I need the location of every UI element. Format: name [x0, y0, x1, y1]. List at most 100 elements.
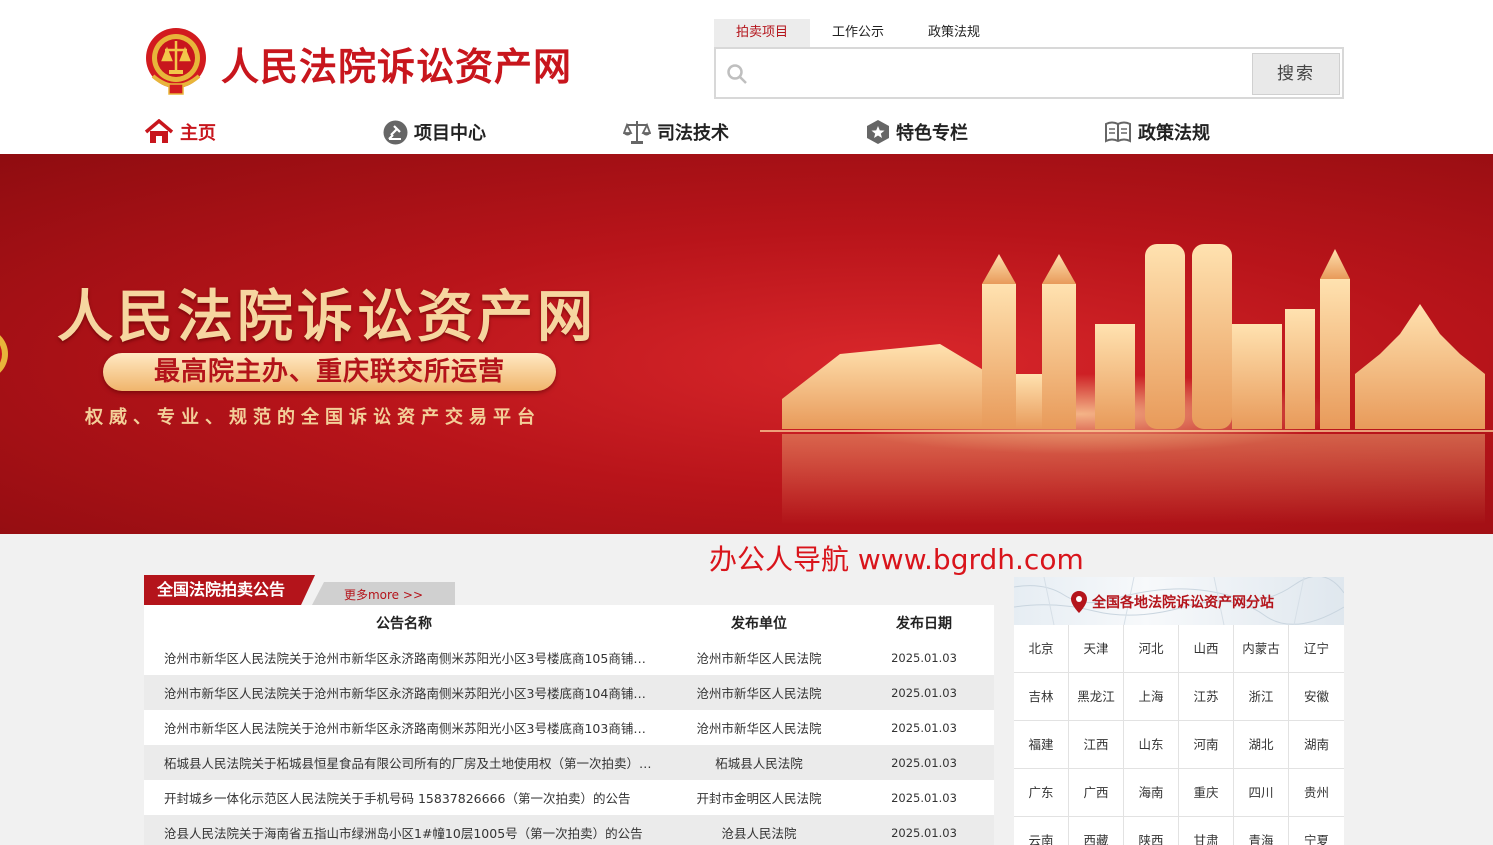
branch-link[interactable]: 广东 — [1014, 769, 1069, 817]
branch-link[interactable]: 河南 — [1179, 721, 1234, 769]
hero-banner[interactable]: 人民法院诉讼资产网 最高院主办、重庆联交所运营 权威、专业、规范的全国诉讼资产交… — [0, 154, 1493, 534]
search-input[interactable] — [756, 55, 1246, 91]
search-tab-policy[interactable]: 政策法规 — [906, 19, 1002, 47]
branch-link[interactable]: 北京 — [1014, 625, 1069, 673]
branch-link[interactable]: 贵州 — [1289, 769, 1344, 817]
table-body: 沧州市新华区人民法院关于沧州市新华区永济路南侧米苏阳光小区3号楼底商105商铺（… — [144, 640, 994, 845]
announcement-unit: 开封市金明区人民法院 — [696, 791, 822, 806]
branch-link[interactable]: 江西 — [1069, 721, 1124, 769]
announcement-title[interactable]: 沧州市新华区人民法院关于沧州市新华区永济路南侧米苏阳光小区3号楼底商103商铺（… — [144, 718, 664, 737]
branch-sites-title: 全国各地法院诉讼资产网分站 — [1092, 595, 1274, 611]
branch-link[interactable]: 湖北 — [1234, 721, 1289, 769]
site-header: 人民法院诉讼资产网 拍卖项目 工作公示 政策法规 搜索 主页 项目中心 司法技术… — [0, 0, 1493, 154]
branch-sites-header: 全国各地法院诉讼资产网分站 — [1014, 577, 1344, 625]
watermark-text: 办公人导航 www.bgrdh.com — [709, 543, 1084, 576]
branch-sites-panel: 全国各地法院诉讼资产网分站 北京 天津 河北 山西 内蒙古 辽宁 吉林 黑龙江 … — [1014, 577, 1344, 845]
branch-link[interactable]: 青海 — [1234, 817, 1289, 845]
announcements-title: 全国法院拍卖公告 — [144, 575, 315, 605]
branch-link[interactable]: 浙江 — [1234, 673, 1289, 721]
page: 人民法院诉讼资产网 拍卖项目 工作公示 政策法规 搜索 主页 项目中心 司法技术… — [0, 0, 1493, 845]
branch-link[interactable]: 陕西 — [1124, 817, 1179, 845]
branch-link[interactable]: 四川 — [1234, 769, 1289, 817]
branch-link[interactable]: 天津 — [1069, 625, 1124, 673]
announcement-unit: 柘城县人民法院 — [715, 756, 803, 771]
nav-item-judicial-tech[interactable]: 司法技术 — [623, 118, 729, 146]
announcements-header: 更多more >> 全国法院拍卖公告 — [144, 575, 994, 605]
announcement-date: 2025.01.03 — [891, 650, 957, 665]
branch-link[interactable]: 河北 — [1124, 625, 1179, 673]
announcement-title[interactable]: 柘城县人民法院关于柘城县恒星食品有限公司所有的厂房及土地使用权（第一次拍卖）的公… — [144, 753, 664, 772]
announcement-date: 2025.01.03 — [891, 755, 957, 770]
table-header: 公告名称 发布单位 发布日期 — [144, 605, 994, 640]
branch-link[interactable]: 广西 — [1069, 769, 1124, 817]
table-row[interactable]: 开封城乡一体化示范区人民法院关于手机号码 15837826666（第一次拍卖）的… — [144, 780, 994, 815]
nav-label-policy: 政策法规 — [1138, 123, 1210, 144]
court-emblem-icon — [0, 335, 8, 373]
announcement-title[interactable]: 开封城乡一体化示范区人民法院关于手机号码 15837826666（第一次拍卖）的… — [144, 788, 664, 807]
star-shield-icon — [867, 120, 889, 144]
table-row[interactable]: 沧州市新华区人民法院关于沧州市新华区永济路南侧米苏阳光小区3号楼底商105商铺（… — [144, 640, 994, 675]
announcement-unit: 沧州市新华区人民法院 — [696, 651, 822, 666]
nav-label-featured-column: 特色专栏 — [896, 123, 968, 144]
announcement-date: 2025.01.03 — [891, 790, 957, 805]
branch-link[interactable]: 宁夏 — [1289, 817, 1344, 845]
announcement-date: 2025.01.03 — [891, 685, 957, 700]
banner-slogan: 最高院主办、重庆联交所运营 — [103, 353, 556, 391]
site-logo-text[interactable]: 人民法院诉讼资产网 — [221, 36, 572, 91]
home-icon — [144, 119, 174, 143]
more-link[interactable]: 更多more >> — [312, 582, 455, 605]
announcement-title[interactable]: 沧州市新华区人民法院关于沧州市新华区永济路南侧米苏阳光小区3号楼底商105商铺（… — [144, 648, 664, 667]
branch-link[interactable]: 重庆 — [1179, 769, 1234, 817]
announcement-title[interactable]: 沧县人民法院关于海南省五指山市绿洲岛小区1#幢10层1005号（第一次拍卖）的公… — [144, 823, 664, 842]
branch-link[interactable]: 山东 — [1124, 721, 1179, 769]
branch-link[interactable]: 湖南 — [1289, 721, 1344, 769]
gavel-icon — [383, 120, 408, 144]
location-pin-icon — [1071, 591, 1087, 613]
search-tab-auction[interactable]: 拍卖项目 — [714, 19, 811, 47]
auction-announcements: 更多more >> 全国法院拍卖公告 公告名称 发布单位 发布日期 沧州市新华区… — [144, 575, 994, 845]
announcement-unit: 沧州市新华区人民法院 — [696, 686, 822, 701]
search-icon — [727, 64, 747, 84]
column-header-name: 公告名称 — [376, 615, 432, 632]
nav-item-home[interactable]: 主页 — [144, 118, 216, 146]
search-tabs: 拍卖项目 工作公示 政策法规 — [714, 19, 1002, 47]
nav-item-policy[interactable]: 政策法规 — [1104, 118, 1210, 146]
branch-link[interactable]: 甘肃 — [1179, 817, 1234, 845]
nav-item-featured-column[interactable]: 特色专栏 — [866, 118, 968, 146]
branch-link[interactable]: 福建 — [1014, 721, 1069, 769]
branch-link[interactable]: 江苏 — [1179, 673, 1234, 721]
table-row[interactable]: 沧州市新华区人民法院关于沧州市新华区永济路南侧米苏阳光小区3号楼底商104商铺（… — [144, 675, 994, 710]
column-header-date: 发布日期 — [896, 615, 952, 632]
announcements-table: 公告名称 发布单位 发布日期 沧州市新华区人民法院关于沧州市新华区永济路南侧米苏… — [144, 605, 994, 845]
branch-link[interactable]: 西藏 — [1069, 817, 1124, 845]
banner-title: 人民法院诉讼资产网 — [57, 285, 597, 350]
table-row[interactable]: 沧州市新华区人民法院关于沧州市新华区永济路南侧米苏阳光小区3号楼底商103商铺（… — [144, 710, 994, 745]
announcement-title[interactable]: 沧州市新华区人民法院关于沧州市新华区永济路南侧米苏阳光小区3号楼底商104商铺（… — [144, 683, 664, 702]
branch-grid: 北京 天津 河北 山西 内蒙古 辽宁 吉林 黑龙江 上海 江苏 浙江 安徽 福建… — [1014, 625, 1344, 845]
branch-link[interactable]: 上海 — [1124, 673, 1179, 721]
branch-link[interactable]: 辽宁 — [1289, 625, 1344, 673]
search-tab-work-notice[interactable]: 工作公示 — [810, 19, 906, 47]
nav-item-project-center[interactable]: 项目中心 — [383, 118, 486, 146]
table-row[interactable]: 沧县人民法院关于海南省五指山市绿洲岛小区1#幢10层1005号（第一次拍卖）的公… — [144, 815, 994, 845]
city-skyline-illustration — [760, 244, 1493, 524]
branch-link[interactable]: 云南 — [1014, 817, 1069, 845]
branch-link[interactable]: 吉林 — [1014, 673, 1069, 721]
nav-label-judicial-tech: 司法技术 — [657, 123, 729, 144]
search-button[interactable]: 搜索 — [1252, 53, 1340, 95]
branch-link[interactable]: 海南 — [1124, 769, 1179, 817]
search-box: 搜索 — [714, 47, 1344, 99]
nav-label-home: 主页 — [180, 123, 216, 144]
main-nav: 主页 项目中心 司法技术 特色专栏 政策法规 — [0, 112, 1493, 152]
banner-subtitle: 权威、专业、规范的全国诉讼资产交易平台 — [85, 407, 541, 428]
table-row[interactable]: 柘城县人民法院关于柘城县恒星食品有限公司所有的厂房及土地使用权（第一次拍卖）的公… — [144, 745, 994, 780]
branch-link[interactable]: 安徽 — [1289, 673, 1344, 721]
nav-label-project-center: 项目中心 — [414, 123, 486, 144]
announcement-date: 2025.01.03 — [891, 825, 957, 840]
book-icon — [1105, 121, 1131, 143]
scales-icon — [623, 121, 651, 144]
court-emblem-icon[interactable] — [143, 24, 209, 96]
branch-link[interactable]: 黑龙江 — [1069, 673, 1124, 721]
branch-link[interactable]: 山西 — [1179, 625, 1234, 673]
branch-link[interactable]: 内蒙古 — [1234, 625, 1289, 673]
